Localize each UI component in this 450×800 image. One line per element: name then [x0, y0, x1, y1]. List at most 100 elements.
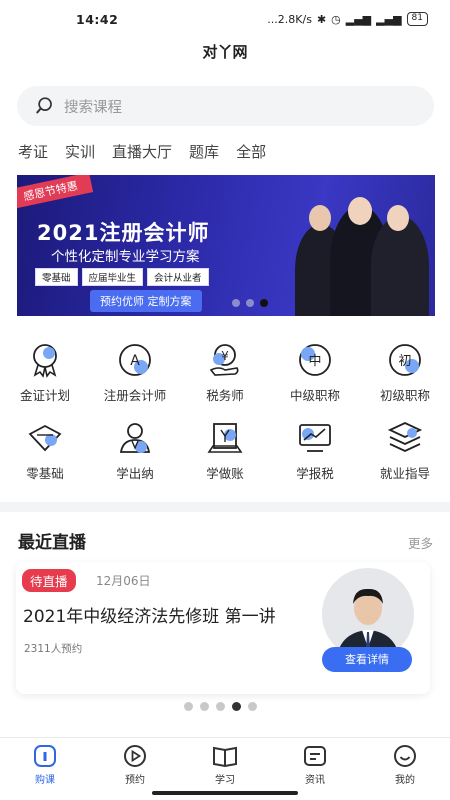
- smile-icon: [394, 745, 416, 767]
- pager-dot[interactable]: [248, 702, 257, 711]
- diamond-icon: [28, 424, 62, 452]
- svg-text:初: 初: [398, 354, 411, 369]
- category-kaozheng[interactable]: 考证: [18, 141, 48, 162]
- status-icons: ...2.8K/s ✱ ◷ ▂▄▆ ▂▄▆ 81: [267, 12, 428, 26]
- grid-item-career-guide[interactable]: 就业指导: [360, 418, 450, 482]
- grid-label: 学报税: [296, 466, 334, 481]
- status-bar: 14:42 ...2.8K/s ✱ ◷ ▂▄▆ ▂▄▆ 81: [0, 0, 450, 38]
- home-icon: [34, 745, 56, 767]
- live-title: 2021年中级经济法先修班 第一讲: [23, 607, 276, 627]
- signal-icon: ▂▄▆: [345, 12, 372, 26]
- status-badge: 待直播: [22, 569, 76, 592]
- live-date: 12月06日: [96, 574, 151, 588]
- pager-dot[interactable]: [216, 702, 225, 711]
- message-icon: [304, 746, 326, 766]
- grid-label: 注册会计师: [103, 388, 167, 403]
- zhong-icon: 中: [299, 344, 331, 376]
- layers-icon: [387, 422, 423, 452]
- grid-label: 税务师: [206, 388, 244, 403]
- banner-title: 2021注册会计师: [37, 221, 210, 245]
- category-all[interactable]: 全部: [236, 141, 266, 162]
- grid-label: 中级职称: [289, 388, 340, 403]
- svg-text:¥: ¥: [221, 349, 229, 363]
- more-link[interactable]: 更多: [408, 533, 433, 552]
- category-shixun[interactable]: 实训: [65, 141, 95, 162]
- grid-item-bookkeeping[interactable]: 学做账: [180, 418, 270, 482]
- banner-tags: 零基础 应届毕业生 会计从业者: [35, 268, 209, 286]
- grid-label: 学做账: [206, 466, 244, 481]
- battery-icon: 81: [406, 12, 428, 26]
- letter-a-icon: A: [119, 344, 151, 376]
- grid-item-cpa[interactable]: A 注册会计师: [90, 340, 180, 404]
- category-nav: 考证 实训 直播大厅 题库 全部: [18, 141, 266, 162]
- grid-item-mid-level[interactable]: 中 中级职称: [270, 340, 360, 404]
- banner-tag: 应届毕业生: [81, 268, 144, 286]
- grid-item-beginner[interactable]: 零基础: [0, 418, 90, 482]
- reservation-count: 2311人预约: [24, 643, 83, 655]
- grid-item-tax-advisor[interactable]: ¥ 税务师: [180, 340, 270, 404]
- cashier-icon: [119, 423, 151, 453]
- pager-dot[interactable]: [200, 702, 209, 711]
- pager-dot-active[interactable]: [260, 299, 268, 307]
- teacher-figure: [371, 216, 429, 316]
- grid-item-cashier[interactable]: 学出纳: [90, 418, 180, 482]
- play-icon: [124, 745, 146, 767]
- home-indicator: [152, 791, 298, 795]
- grid-item-jinzheng[interactable]: 金证计划: [0, 340, 90, 404]
- grid-label: 零基础: [26, 466, 64, 481]
- alarm-icon: ◷: [331, 12, 341, 26]
- banner-cta: 预约优师 定制方案: [90, 290, 202, 312]
- grid-label: 就业指导: [379, 466, 430, 481]
- pager-dot[interactable]: [232, 299, 240, 307]
- live-pager: [184, 702, 257, 711]
- network-speed: ...2.8K/s: [267, 12, 312, 26]
- section-divider: [0, 502, 450, 512]
- promo-banner[interactable]: 感恩节特惠 2021注册会计师 个性化定制专业学习方案 零基础 应届毕业生 会计…: [17, 175, 435, 316]
- grid-item-tax-filing[interactable]: 学报税: [270, 418, 360, 482]
- tab-label: 我的: [395, 775, 415, 786]
- pager-dot-active[interactable]: [232, 702, 241, 711]
- medal-icon: [33, 344, 57, 378]
- category-question-bank[interactable]: 题库: [189, 141, 219, 162]
- banner-tag: 零基础: [35, 268, 78, 286]
- search-placeholder: 搜索课程: [64, 99, 122, 116]
- search-icon: [36, 97, 52, 114]
- search-input[interactable]: 搜索课程: [17, 86, 434, 126]
- banner-tag: 会计从业者: [147, 268, 209, 286]
- view-details-button[interactable]: 查看详情: [322, 647, 412, 672]
- status-time: 14:42: [76, 11, 119, 27]
- ledger-icon: [207, 423, 243, 453]
- svg-text:A: A: [130, 353, 140, 369]
- chu-icon: 初: [389, 344, 421, 376]
- tab-label: 学习: [215, 775, 235, 786]
- book-icon: [213, 746, 237, 768]
- teacher-face: [348, 197, 372, 225]
- teacher-face: [309, 205, 331, 231]
- section-title: 最近直播: [18, 533, 86, 553]
- tab-profile[interactable]: 我的: [360, 738, 450, 800]
- tab-buy-course[interactable]: 购课: [0, 738, 90, 800]
- tab-label: 预约: [125, 775, 145, 786]
- grid-item-junior-level[interactable]: 初 初级职称: [360, 340, 450, 404]
- pager-dot[interactable]: [246, 299, 254, 307]
- svg-text:中: 中: [308, 354, 321, 369]
- bluetooth-icon: ✱: [316, 12, 327, 26]
- app-title: 对丫网: [0, 38, 450, 72]
- teacher-face: [387, 205, 409, 231]
- pager-dot[interactable]: [184, 702, 193, 711]
- tax-chart-icon: [299, 424, 331, 452]
- tab-label: 购课: [35, 775, 55, 786]
- main-content: 搜索课程 考证 实训 直播大厅 题库 全部 感恩节特惠 2021注册会计师 个性…: [0, 72, 450, 737]
- yen-hand-icon: ¥: [209, 344, 239, 376]
- signal-icon-2: ▂▄▆: [376, 12, 402, 26]
- banner-subtitle: 个性化定制专业学习方案: [51, 249, 200, 265]
- grid-label: 学出纳: [116, 466, 154, 481]
- tab-label: 资讯: [305, 775, 325, 786]
- course-category-grid: 金证计划 A 注册会计师 ¥ 税务师 中 中级职称 初 初级职称 零基础 学出纳…: [0, 340, 450, 482]
- grid-label: 金证计划: [19, 388, 70, 403]
- live-course-card[interactable]: 待直播 12月06日 2021年中级经济法先修班 第一讲 2311人预约 查看详…: [16, 562, 430, 694]
- category-live-hall[interactable]: 直播大厅: [112, 141, 172, 162]
- grid-label: 初级职称: [379, 388, 430, 403]
- banner-pager: [232, 299, 268, 307]
- banner-ribbon: 感恩节特惠: [17, 175, 94, 210]
